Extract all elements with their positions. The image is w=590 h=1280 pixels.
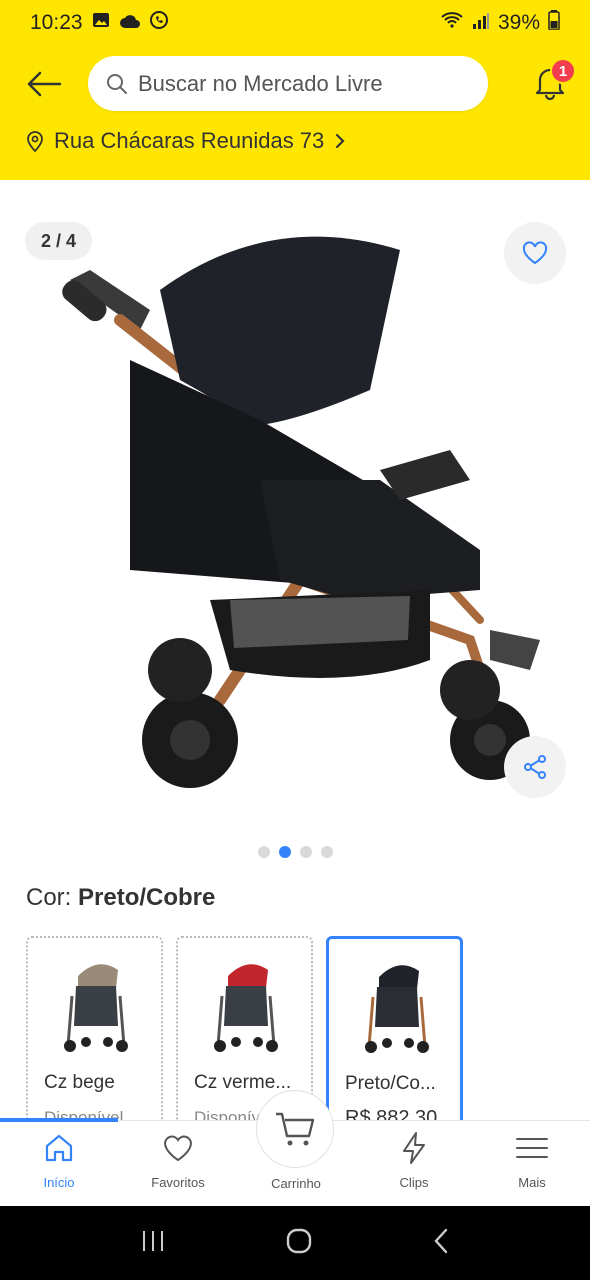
image-counter: 2 / 4 bbox=[25, 222, 93, 260]
whatsapp-icon bbox=[149, 10, 169, 36]
home-button-icon[interactable] bbox=[285, 1227, 313, 1260]
menu-icon bbox=[482, 1131, 582, 1165]
tab-carrinho[interactable] bbox=[256, 1090, 334, 1168]
search-placeholder: Buscar no Mercado Livre bbox=[138, 70, 383, 96]
tab-label: Mais bbox=[518, 1175, 546, 1190]
app-header: Buscar no Mercado Livre 1 Rua Chácaras R… bbox=[0, 46, 590, 180]
product-image[interactable] bbox=[50, 220, 550, 800]
variant-thumbnail bbox=[64, 964, 128, 1052]
variant-option[interactable]: Cz bege Disponível bbox=[26, 936, 163, 1120]
carousel-dot[interactable] bbox=[320, 846, 333, 858]
battery-text: 39% bbox=[497, 11, 540, 34]
tab-label-carrinho: Carrinho bbox=[271, 1176, 321, 1191]
address-selector[interactable]: Rua Chácaras Reunidas 73 bbox=[26, 128, 346, 154]
variant-name: Cz bege bbox=[44, 1072, 115, 1093]
notification-badge: 1 bbox=[550, 58, 576, 84]
heart-icon bbox=[128, 1131, 228, 1165]
carousel-dot-active[interactable] bbox=[278, 846, 291, 858]
color-value: Preto/Cobre bbox=[78, 884, 216, 911]
color-selection-label: Cor: Preto/Cobre bbox=[26, 884, 215, 912]
address-text: Rua Chácaras Reunidas 73 bbox=[54, 128, 325, 153]
favorite-button[interactable] bbox=[504, 222, 566, 284]
share-button[interactable] bbox=[504, 736, 566, 798]
tab-mais[interactable]: Mais bbox=[482, 1131, 582, 1190]
carousel-dots bbox=[0, 846, 590, 858]
back-button[interactable] bbox=[20, 64, 68, 104]
tab-label: Início bbox=[43, 1175, 75, 1190]
signal-icon bbox=[472, 11, 490, 35]
tab-label: Favoritos bbox=[151, 1175, 205, 1190]
cloud-icon bbox=[119, 11, 141, 35]
carousel-dot[interactable] bbox=[299, 846, 312, 858]
variant-option-selected[interactable]: Preto/Co... R$ 882,30 bbox=[326, 936, 463, 1120]
color-label: Cor: bbox=[26, 884, 72, 911]
tab-inicio[interactable]: Início bbox=[9, 1131, 109, 1190]
cart-icon bbox=[276, 1112, 315, 1146]
battery-icon bbox=[548, 10, 560, 36]
variant-name: Preto/Co... bbox=[345, 1073, 436, 1094]
tab-favoritos[interactable]: Favoritos bbox=[128, 1131, 228, 1190]
arrow-left-icon bbox=[27, 71, 62, 97]
variant-thumbnail bbox=[365, 965, 429, 1053]
status-time: 10:23 bbox=[30, 11, 83, 34]
status-bar: 10:23 39% bbox=[0, 0, 590, 46]
tab-label: Clips bbox=[399, 1175, 429, 1190]
variant-price: R$ 882,30 bbox=[345, 1107, 438, 1120]
home-icon bbox=[9, 1131, 109, 1165]
wifi-icon bbox=[440, 11, 464, 35]
search-input[interactable]: Buscar no Mercado Livre bbox=[88, 56, 488, 111]
variant-thumbnail bbox=[214, 964, 278, 1052]
lightning-icon bbox=[364, 1131, 464, 1165]
active-tab-indicator bbox=[0, 1118, 118, 1122]
recent-apps-icon[interactable] bbox=[140, 1229, 166, 1258]
image-icon bbox=[91, 10, 111, 36]
back-nav-icon[interactable] bbox=[432, 1227, 450, 1260]
system-navigation-bar bbox=[0, 1206, 590, 1280]
chevron-right-icon bbox=[336, 133, 345, 149]
location-pin-icon bbox=[27, 131, 43, 152]
tab-clips[interactable]: Clips bbox=[364, 1131, 464, 1190]
heart-icon bbox=[522, 241, 548, 265]
share-icon bbox=[524, 755, 546, 779]
carousel-dot[interactable] bbox=[257, 846, 270, 858]
product-gallery[interactable]: 2 / 4 bbox=[0, 180, 590, 840]
search-icon bbox=[107, 73, 127, 94]
